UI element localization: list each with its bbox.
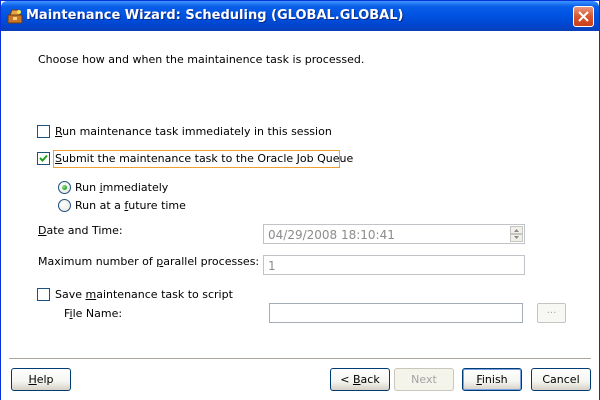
save-script-label[interactable]: Save maintenance task to script: [55, 288, 233, 301]
run-future-radio-label[interactable]: Run at a future time: [75, 199, 186, 212]
run-immediately-session-checkbox[interactable]: [37, 125, 50, 138]
parallel-processes-value: 1: [268, 259, 276, 273]
date-time-value: 04/29/2008 18:10:41: [268, 228, 395, 242]
run-immediately-session-label[interactable]: Run maintenance task immediately in this…: [55, 125, 332, 138]
cancel-button[interactable]: Cancel: [531, 368, 591, 391]
wizard-icon: [7, 8, 23, 24]
back-button[interactable]: < Back: [330, 368, 390, 391]
up-arrow-icon: [514, 229, 519, 232]
button-separator: [9, 358, 591, 360]
submit-job-queue-label[interactable]: Submit the maintenance task to the Oracl…: [55, 152, 353, 165]
title-bar[interactable]: Maintenance Wizard: Scheduling (GLOBAL.G…: [1, 1, 599, 31]
browse-button[interactable]: ...: [537, 303, 566, 323]
date-time-label: Date and Time:: [38, 224, 123, 237]
checkmark-icon: [39, 154, 48, 162]
window-title: Maintenance Wizard: Scheduling (GLOBAL.G…: [26, 8, 404, 23]
spinner-up-button[interactable]: [510, 226, 523, 234]
down-arrow-icon: [514, 236, 519, 239]
run-future-radio[interactable]: [58, 199, 71, 212]
close-button[interactable]: [573, 6, 594, 27]
run-immediately-radio[interactable]: [58, 181, 71, 194]
submit-job-queue-checkbox[interactable]: [37, 152, 50, 165]
help-button[interactable]: Help: [11, 368, 71, 391]
date-time-spinner[interactable]: [510, 226, 523, 243]
run-immediately-radio-label[interactable]: Run immediately: [75, 181, 168, 194]
instruction-text: Choose how and when the maintainence tas…: [38, 53, 365, 66]
file-name-label: File Name:: [64, 307, 123, 320]
next-button[interactable]: Next: [394, 368, 454, 391]
radio-selected-dot: [62, 185, 67, 190]
parallel-processes-label: Maximum number of parallel processes:: [38, 255, 260, 268]
parallel-processes-field[interactable]: 1: [263, 255, 525, 275]
close-icon: [578, 11, 589, 22]
date-time-field[interactable]: 04/29/2008 18:10:41: [263, 224, 525, 244]
spinner-down-button[interactable]: [510, 234, 523, 242]
dialog-body: Choose how and when the maintainence tas…: [1, 31, 599, 400]
maintenance-wizard-dialog: Maintenance Wizard: Scheduling (GLOBAL.G…: [0, 0, 600, 400]
file-name-field[interactable]: [269, 303, 523, 323]
save-script-checkbox[interactable]: [37, 288, 50, 301]
finish-button[interactable]: Finish: [462, 368, 522, 391]
